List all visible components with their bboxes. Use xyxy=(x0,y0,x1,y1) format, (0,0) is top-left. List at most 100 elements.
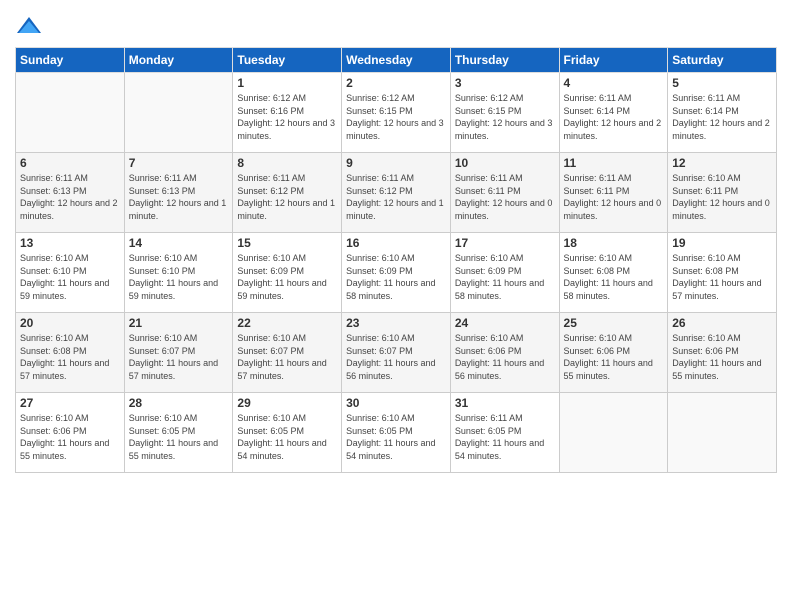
calendar-cell: 8 Sunrise: 6:11 AM Sunset: 6:12 PM Daylig… xyxy=(233,153,342,233)
day-info: Sunrise: 6:10 AM Sunset: 6:07 PM Dayligh… xyxy=(129,332,229,382)
calendar-cell: 21 Sunrise: 6:10 AM Sunset: 6:07 PM Dayli… xyxy=(124,313,233,393)
logo-icon xyxy=(15,15,43,37)
day-number: 18 xyxy=(564,236,664,250)
calendar-cell: 31 Sunrise: 6:11 AM Sunset: 6:05 PM Dayli… xyxy=(450,393,559,473)
week-row-1: 1 Sunrise: 6:12 AM Sunset: 6:16 PM Daylig… xyxy=(16,73,777,153)
day-number: 9 xyxy=(346,156,446,170)
calendar-cell: 1 Sunrise: 6:12 AM Sunset: 6:16 PM Daylig… xyxy=(233,73,342,153)
day-number: 19 xyxy=(672,236,772,250)
day-number: 1 xyxy=(237,76,337,90)
day-number: 27 xyxy=(20,396,120,410)
day-info: Sunrise: 6:11 AM Sunset: 6:13 PM Dayligh… xyxy=(129,172,229,222)
day-number: 21 xyxy=(129,316,229,330)
calendar-cell: 14 Sunrise: 6:10 AM Sunset: 6:10 PM Dayli… xyxy=(124,233,233,313)
day-info: Sunrise: 6:10 AM Sunset: 6:06 PM Dayligh… xyxy=(20,412,120,462)
calendar-table: SundayMondayTuesdayWednesdayThursdayFrid… xyxy=(15,47,777,473)
day-info: Sunrise: 6:10 AM Sunset: 6:06 PM Dayligh… xyxy=(672,332,772,382)
day-number: 5 xyxy=(672,76,772,90)
calendar-cell: 28 Sunrise: 6:10 AM Sunset: 6:05 PM Dayli… xyxy=(124,393,233,473)
calendar-cell: 16 Sunrise: 6:10 AM Sunset: 6:09 PM Dayli… xyxy=(342,233,451,313)
calendar-cell: 11 Sunrise: 6:11 AM Sunset: 6:11 PM Dayli… xyxy=(559,153,668,233)
day-info: Sunrise: 6:11 AM Sunset: 6:11 PM Dayligh… xyxy=(455,172,555,222)
day-number: 16 xyxy=(346,236,446,250)
day-info: Sunrise: 6:11 AM Sunset: 6:13 PM Dayligh… xyxy=(20,172,120,222)
logo xyxy=(15,15,47,37)
day-number: 30 xyxy=(346,396,446,410)
day-info: Sunrise: 6:10 AM Sunset: 6:10 PM Dayligh… xyxy=(129,252,229,302)
calendar-cell xyxy=(124,73,233,153)
header xyxy=(15,15,777,37)
weekday-header-row: SundayMondayTuesdayWednesdayThursdayFrid… xyxy=(16,48,777,73)
day-number: 14 xyxy=(129,236,229,250)
calendar-cell: 30 Sunrise: 6:10 AM Sunset: 6:05 PM Dayli… xyxy=(342,393,451,473)
day-number: 4 xyxy=(564,76,664,90)
day-info: Sunrise: 6:10 AM Sunset: 6:08 PM Dayligh… xyxy=(564,252,664,302)
day-number: 13 xyxy=(20,236,120,250)
calendar-cell: 15Sunrise: 6:10 AM Sunset: 6:09 PM Dayli… xyxy=(233,233,342,313)
week-row-3: 13 Sunrise: 6:10 AM Sunset: 6:10 PM Dayli… xyxy=(16,233,777,313)
weekday-header-monday: Monday xyxy=(124,48,233,73)
day-number: 26 xyxy=(672,316,772,330)
calendar-cell: 25Sunrise: 6:10 AM Sunset: 6:06 PM Dayli… xyxy=(559,313,668,393)
day-info: Sunrise: 6:10 AM Sunset: 6:07 PM Dayligh… xyxy=(346,332,446,382)
day-info: Sunrise: 6:10 AM Sunset: 6:05 PM Dayligh… xyxy=(346,412,446,462)
day-info: Sunrise: 6:12 AM Sunset: 6:16 PM Dayligh… xyxy=(237,92,337,142)
calendar-cell: 10 Sunrise: 6:11 AM Sunset: 6:11 PM Dayli… xyxy=(450,153,559,233)
day-info: Sunrise: 6:11 AM Sunset: 6:12 PM Dayligh… xyxy=(346,172,446,222)
day-number: 10 xyxy=(455,156,555,170)
day-number: 3 xyxy=(455,76,555,90)
day-info: Sunrise: 6:11 AM Sunset: 6:14 PM Dayligh… xyxy=(564,92,664,142)
weekday-header-friday: Friday xyxy=(559,48,668,73)
day-number: 25 xyxy=(564,316,664,330)
calendar-cell: 4 Sunrise: 6:11 AM Sunset: 6:14 PM Daylig… xyxy=(559,73,668,153)
weekday-header-saturday: Saturday xyxy=(668,48,777,73)
day-number: 24 xyxy=(455,316,555,330)
calendar-cell: 3 Sunrise: 6:12 AM Sunset: 6:15 PM Daylig… xyxy=(450,73,559,153)
day-info: Sunrise: 6:10 AM Sunset: 6:11 PM Dayligh… xyxy=(672,172,772,222)
calendar-cell: 20Sunrise: 6:10 AM Sunset: 6:08 PM Dayli… xyxy=(16,313,125,393)
calendar-cell: 5 Sunrise: 6:11 AM Sunset: 6:14 PM Daylig… xyxy=(668,73,777,153)
calendar-cell: 19 Sunrise: 6:10 AM Sunset: 6:08 PM Dayli… xyxy=(668,233,777,313)
day-number: 12 xyxy=(672,156,772,170)
day-info: Sunrise: 6:10 AM Sunset: 6:06 PM Dayligh… xyxy=(455,332,555,382)
day-info: Sunrise: 6:11 AM Sunset: 6:05 PM Dayligh… xyxy=(455,412,555,462)
day-info: Sunrise: 6:10 AM Sunset: 6:09 PM Dayligh… xyxy=(455,252,555,302)
calendar-cell: 22Sunrise: 6:10 AM Sunset: 6:07 PM Dayli… xyxy=(233,313,342,393)
weekday-header-wednesday: Wednesday xyxy=(342,48,451,73)
day-number: 22 xyxy=(237,316,337,330)
day-number: 6 xyxy=(20,156,120,170)
calendar-cell: 6 Sunrise: 6:11 AM Sunset: 6:13 PM Daylig… xyxy=(16,153,125,233)
calendar-cell: 23Sunrise: 6:10 AM Sunset: 6:07 PM Dayli… xyxy=(342,313,451,393)
calendar-cell xyxy=(16,73,125,153)
calendar-cell xyxy=(668,393,777,473)
weekday-header-sunday: Sunday xyxy=(16,48,125,73)
calendar-cell: 12 Sunrise: 6:10 AM Sunset: 6:11 PM Dayli… xyxy=(668,153,777,233)
day-number: 11 xyxy=(564,156,664,170)
weekday-header-tuesday: Tuesday xyxy=(233,48,342,73)
day-number: 17 xyxy=(455,236,555,250)
calendar-cell: 18 Sunrise: 6:10 AM Sunset: 6:08 PM Dayli… xyxy=(559,233,668,313)
day-number: 8 xyxy=(237,156,337,170)
day-info: Sunrise: 6:12 AM Sunset: 6:15 PM Dayligh… xyxy=(346,92,446,142)
day-info: Sunrise: 6:11 AM Sunset: 6:12 PM Dayligh… xyxy=(237,172,337,222)
day-number: 7 xyxy=(129,156,229,170)
day-number: 31 xyxy=(455,396,555,410)
calendar-cell: 24 Sunrise: 6:10 AM Sunset: 6:06 PM Dayli… xyxy=(450,313,559,393)
day-info: Sunrise: 6:11 AM Sunset: 6:14 PM Dayligh… xyxy=(672,92,772,142)
week-row-5: 27 Sunrise: 6:10 AM Sunset: 6:06 PM Dayli… xyxy=(16,393,777,473)
calendar-cell: 29 Sunrise: 6:10 AM Sunset: 6:05 PM Dayli… xyxy=(233,393,342,473)
calendar-cell xyxy=(559,393,668,473)
day-info: Sunrise: 6:11 AM Sunset: 6:11 PM Dayligh… xyxy=(564,172,664,222)
day-number: 28 xyxy=(129,396,229,410)
day-info: Sunrise: 6:10 AM Sunset: 6:05 PM Dayligh… xyxy=(237,412,337,462)
day-info: Sunrise: 6:10 AM Sunset: 6:09 PM Dayligh… xyxy=(346,252,446,302)
day-number: 29 xyxy=(237,396,337,410)
calendar-cell: 26 Sunrise: 6:10 AM Sunset: 6:06 PM Dayli… xyxy=(668,313,777,393)
day-info: Sunrise: 6:10 AM Sunset: 6:05 PM Dayligh… xyxy=(129,412,229,462)
day-number: 20 xyxy=(20,316,120,330)
day-info: Sunrise: 6:10 AM Sunset: 6:08 PM Dayligh… xyxy=(672,252,772,302)
day-number: 2 xyxy=(346,76,446,90)
calendar-cell: 9 Sunrise: 6:11 AM Sunset: 6:12 PM Daylig… xyxy=(342,153,451,233)
weekday-header-thursday: Thursday xyxy=(450,48,559,73)
day-info: Sunrise: 6:12 AM Sunset: 6:15 PM Dayligh… xyxy=(455,92,555,142)
